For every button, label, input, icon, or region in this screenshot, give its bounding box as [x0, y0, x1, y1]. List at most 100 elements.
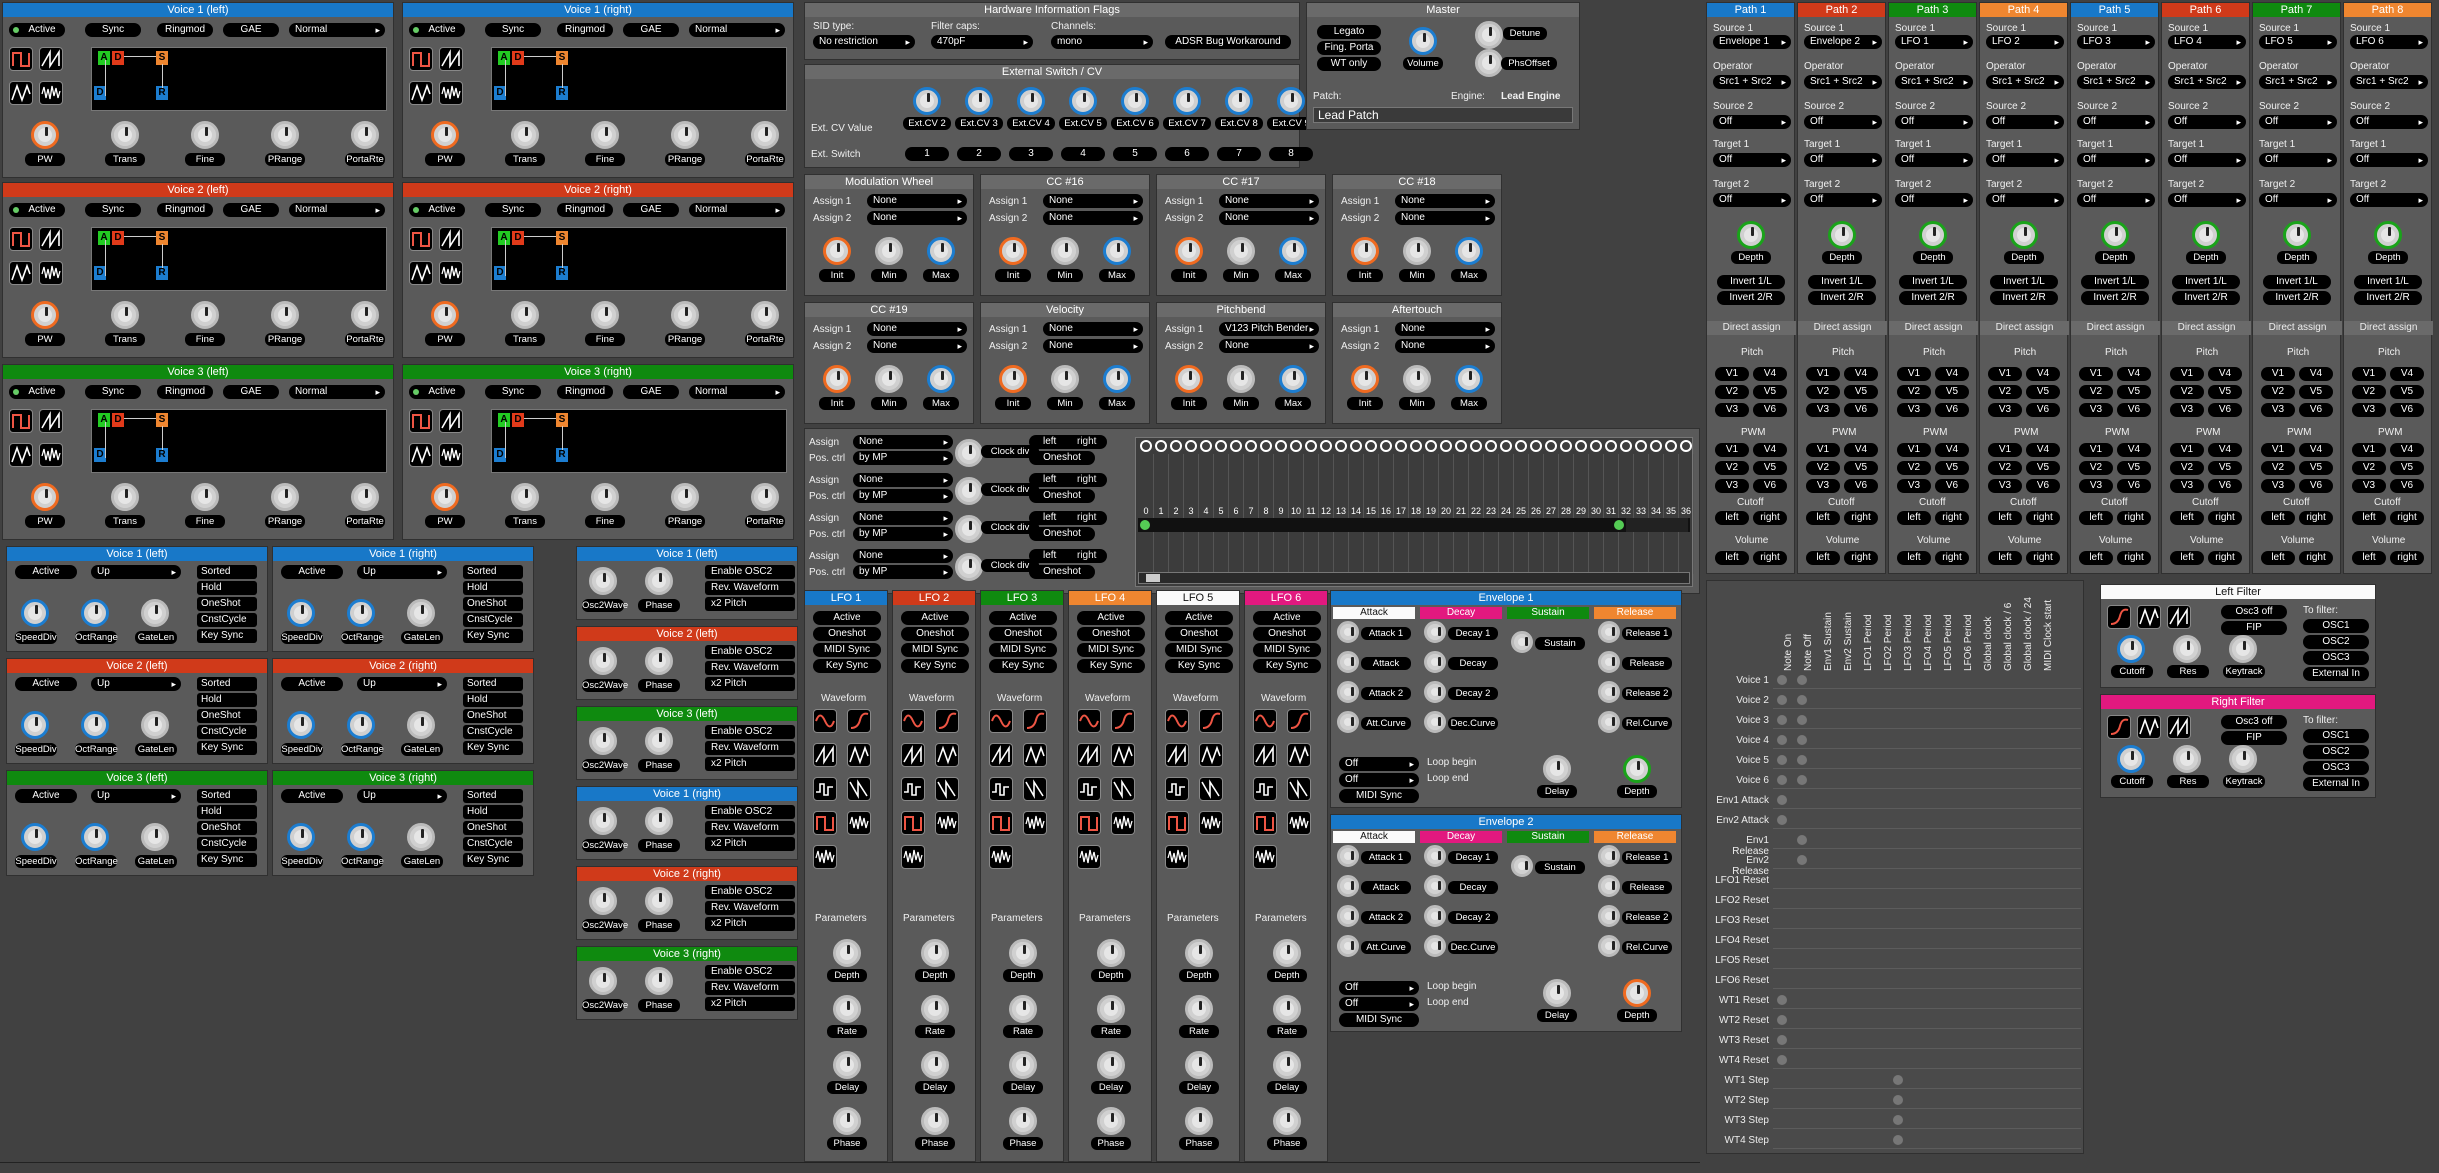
env-knob[interactable]: [1337, 711, 1359, 733]
env-knob[interactable]: [1598, 845, 1620, 867]
pwm-voice-toggle[interactable]: V3: [1715, 479, 1749, 493]
pwm-voice-toggle[interactable]: V1: [2079, 443, 2113, 457]
seq-oneshot-toggle[interactable]: Oneshot: [1029, 489, 1095, 503]
pitch-voice-toggle[interactable]: V6: [1844, 403, 1878, 417]
lfo-opt-0[interactable]: Active: [901, 611, 969, 625]
env-knob[interactable]: [1424, 875, 1446, 897]
trigger-dot[interactable]: [1797, 715, 1807, 725]
arp-opt-1[interactable]: Hold: [197, 581, 257, 595]
pitch-voice-toggle[interactable]: V1: [1988, 367, 2022, 381]
pwm-voice-toggle[interactable]: V5: [1844, 461, 1878, 475]
lfo-wave-icon[interactable]: [901, 845, 925, 869]
portarte-knob[interactable]: [351, 483, 379, 511]
lfo-wave-icon[interactable]: [1111, 777, 1135, 801]
ringmod-toggle[interactable]: Ringmod: [557, 203, 613, 217]
adsr-handle-d[interactable]: D: [112, 231, 124, 245]
ext-cv-knob-5[interactable]: [1173, 87, 1201, 115]
seq-scrollbar[interactable]: [1138, 572, 1690, 584]
mod-min-knob[interactable]: [1051, 365, 1079, 393]
path-depth-knob[interactable]: [2101, 221, 2129, 249]
cutoff-right-toggle[interactable]: right: [1935, 511, 1969, 525]
ext-switch-0[interactable]: 1: [905, 147, 949, 161]
wave-triangle-icon[interactable]: [9, 443, 33, 467]
trigger-dot[interactable]: [1893, 1075, 1903, 1085]
arp-gatelen-knob[interactable]: [141, 823, 169, 851]
trigger-dot[interactable]: [1777, 795, 1787, 805]
seq-step-header[interactable]: [1635, 440, 1647, 452]
lfo-opt-3[interactable]: Key Sync: [989, 659, 1057, 673]
trigger-dot[interactable]: [1797, 835, 1807, 845]
to-filter-1[interactable]: OSC2: [2303, 635, 2369, 649]
arp-opt-4[interactable]: Key Sync: [463, 853, 523, 867]
mode-select[interactable]: Normal: [289, 203, 385, 217]
lfo-wave-icon[interactable]: [813, 709, 837, 733]
adsr-handle-d[interactable]: D: [512, 231, 524, 245]
ext-switch-2[interactable]: 3: [1009, 147, 1053, 161]
target2-select[interactable]: Off: [2168, 193, 2246, 207]
arp-speeddiv-knob[interactable]: [21, 711, 49, 739]
lfo-opt-1[interactable]: Oneshot: [813, 627, 881, 641]
invert1-toggle[interactable]: Invert 1/L: [1899, 275, 1967, 289]
target2-select[interactable]: Off: [1804, 193, 1882, 207]
pitch-voice-toggle[interactable]: V1: [2261, 367, 2295, 381]
pitch-voice-toggle[interactable]: V6: [2026, 403, 2060, 417]
pwm-voice-toggle[interactable]: V4: [2026, 443, 2060, 457]
prange-knob[interactable]: [671, 301, 699, 329]
lfo-opt-2[interactable]: MIDI Sync: [1253, 643, 1321, 657]
pitch-voice-toggle[interactable]: V6: [2117, 403, 2151, 417]
pitch-voice-toggle[interactable]: V2: [2079, 385, 2113, 399]
cutoff-left-toggle[interactable]: left: [2170, 511, 2204, 525]
assign1-select[interactable]: None: [867, 322, 967, 336]
volume-knob[interactable]: [1409, 27, 1437, 55]
arp-speeddiv-knob[interactable]: [21, 599, 49, 627]
adsr-handle-d[interactable]: D: [112, 51, 124, 65]
lfo-phase-knob[interactable]: [1273, 1107, 1301, 1135]
lfo-delay-knob[interactable]: [1097, 1051, 1125, 1079]
pitch-voice-toggle[interactable]: V4: [1844, 367, 1878, 381]
active-toggle[interactable]: Active: [409, 385, 465, 399]
volume-right-toggle[interactable]: right: [2026, 551, 2060, 565]
wave-triangle-icon[interactable]: [409, 261, 433, 285]
pitch-voice-toggle[interactable]: V2: [2261, 385, 2295, 399]
cutoff-left-toggle[interactable]: left: [1715, 511, 1749, 525]
osc2-osc2wave-knob[interactable]: [589, 887, 617, 915]
highpass-icon[interactable]: [2167, 605, 2191, 629]
lfo-delay-knob[interactable]: [1273, 1051, 1301, 1079]
legato-toggle[interactable]: Legato: [1317, 25, 1381, 39]
source1-select[interactable]: LFO 1: [1895, 35, 1973, 49]
seq-pos-select[interactable]: by MP: [853, 489, 953, 503]
seq-step-header[interactable]: [1410, 440, 1422, 452]
operator-select[interactable]: Src1 + Src2: [1986, 75, 2064, 89]
prange-knob[interactable]: [271, 483, 299, 511]
trigger-dot[interactable]: [1777, 675, 1787, 685]
sync-toggle[interactable]: Sync: [85, 385, 141, 399]
osc2-opt-2[interactable]: x2 Pitch: [705, 757, 795, 771]
env-delay-knob[interactable]: [1543, 755, 1571, 783]
seq-step-header[interactable]: [1200, 440, 1212, 452]
mod-init-knob[interactable]: [999, 237, 1027, 265]
seq-row-2[interactable]: [1626, 518, 1688, 532]
lfo-rate-knob[interactable]: [921, 995, 949, 1023]
seq-step-header[interactable]: [1470, 440, 1482, 452]
adsr-handle-a[interactable]: A: [98, 231, 110, 245]
env-knob[interactable]: [1424, 935, 1446, 957]
cutoff-left-toggle[interactable]: left: [2079, 511, 2113, 525]
volume-left-toggle[interactable]: left: [2079, 551, 2113, 565]
arp-opt-2[interactable]: OneShot: [463, 821, 523, 835]
envelope-display[interactable]: ADSRD: [491, 227, 787, 291]
arp-octrange-knob[interactable]: [347, 823, 375, 851]
seq-step-header[interactable]: [1560, 440, 1572, 452]
mod-init-knob[interactable]: [823, 365, 851, 393]
adsr-handle-d[interactable]: D: [512, 51, 524, 65]
seq-step-header[interactable]: [1650, 440, 1662, 452]
pwm-voice-toggle[interactable]: V4: [2208, 443, 2242, 457]
adsr-handle-s[interactable]: S: [156, 413, 168, 427]
osc2-opt-1[interactable]: Rev. Waveform: [705, 901, 795, 915]
lfo-wave-icon[interactable]: [1023, 811, 1047, 835]
trigger-dot[interactable]: [1777, 775, 1787, 785]
lfo-wave-icon[interactable]: [1253, 811, 1277, 835]
to-filter-3[interactable]: External In: [2303, 777, 2369, 791]
gae-toggle[interactable]: GAE: [223, 385, 279, 399]
lfo-wave-icon[interactable]: [1023, 709, 1047, 733]
invert2-toggle[interactable]: Invert 2/R: [2081, 291, 2149, 305]
